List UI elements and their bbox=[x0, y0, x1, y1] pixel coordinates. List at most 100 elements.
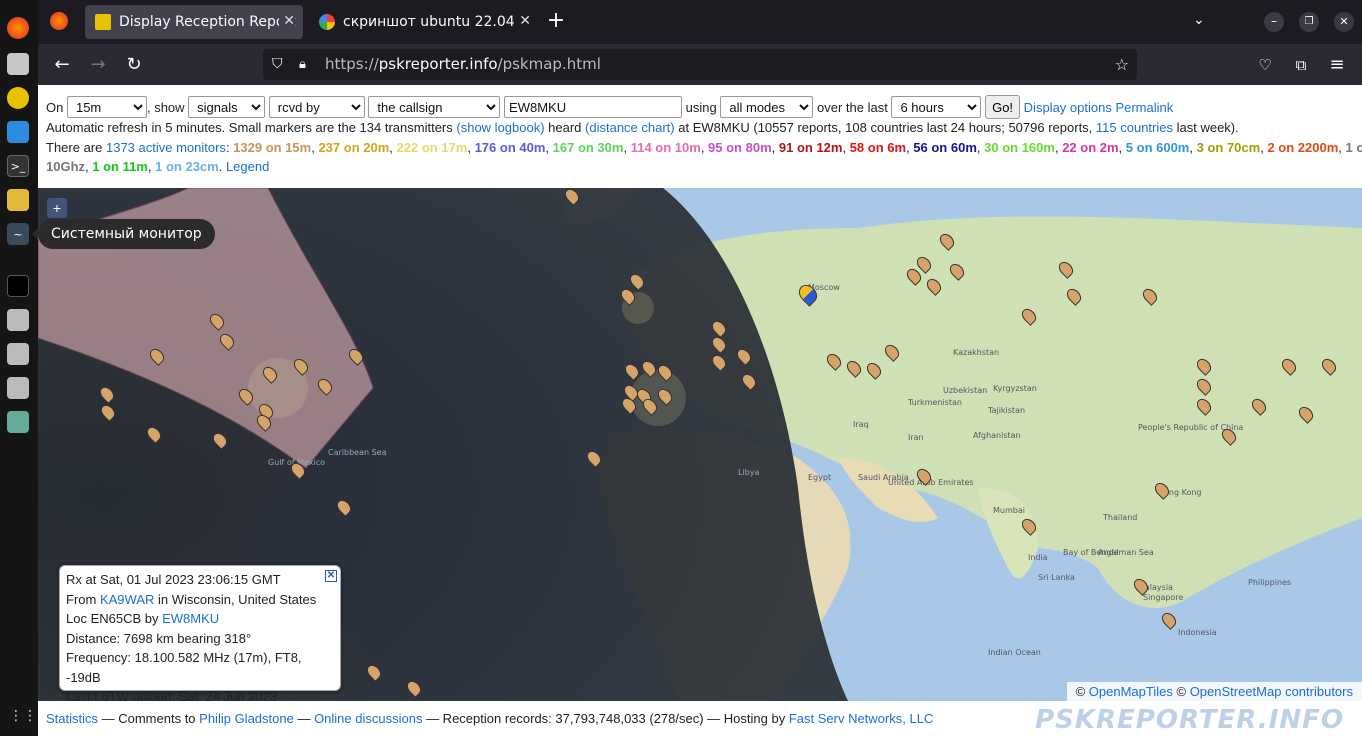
url-prefix: https:// bbox=[325, 55, 379, 73]
drive-icon[interactable] bbox=[7, 377, 29, 399]
popup-rx-time: Rx at Sat, 01 Jul 2023 23:06:15 GMT bbox=[66, 572, 281, 587]
shield-icon[interactable]: ⛉ bbox=[272, 49, 283, 80]
info-text: There are bbox=[46, 140, 106, 155]
mode-select[interactable]: all modes bbox=[720, 96, 814, 118]
author-link[interactable]: Philip Gladstone bbox=[199, 711, 294, 726]
show-select[interactable]: signals bbox=[188, 96, 266, 118]
map-place-label: Egypt bbox=[808, 473, 832, 482]
close-tab-icon[interactable]: ✕ bbox=[515, 13, 531, 29]
system-monitor-icon[interactable]: ~ bbox=[7, 223, 29, 245]
monitors-line-2: 10Ghz, 1 on 11m, 1 on 23cm. Legend bbox=[46, 159, 270, 174]
openmaptiles-link[interactable]: OpenMapTiles bbox=[1089, 684, 1173, 699]
band-monitor-count: 2 on 2200m bbox=[1267, 140, 1339, 155]
popup-distance: Distance: 7698 km bearing 318° bbox=[66, 630, 252, 646]
navigation-bar: ← → ↻ ⛉ 🔒︎ https://pskreporter.info/pskm… bbox=[38, 44, 1362, 85]
archive-icon[interactable] bbox=[7, 189, 29, 211]
page-content: On 15m , show signals rcvd by the callsi… bbox=[38, 85, 1362, 736]
map-place-label: Libya bbox=[738, 468, 760, 477]
bookmark-star-icon[interactable]: ☆ bbox=[1115, 49, 1129, 80]
tab-title: Display Reception Report bbox=[119, 14, 296, 30]
callsign-input[interactable] bbox=[504, 96, 683, 118]
over-label: over the last bbox=[817, 99, 888, 115]
band-monitor-count: 1329 on 15m bbox=[233, 140, 312, 155]
tab-display-reception-report[interactable]: Display Reception Report ✕ bbox=[85, 5, 303, 39]
footer-text: — bbox=[293, 711, 315, 726]
map-place-label: Kyrgyzstan bbox=[993, 384, 1037, 393]
reload-icon[interactable]: ↻ bbox=[123, 54, 145, 76]
target-select[interactable]: the callsign bbox=[368, 96, 501, 118]
map-place-label: Mumbai bbox=[993, 506, 1025, 515]
map-place-label: Thailand bbox=[1103, 513, 1138, 522]
period-select[interactable]: 6 hours bbox=[891, 96, 982, 118]
firefox-view-icon[interactable] bbox=[50, 12, 68, 30]
zoom-in-button[interactable]: + bbox=[47, 198, 67, 218]
list-tabs-icon[interactable]: ⌄ bbox=[1193, 12, 1205, 28]
band-monitor-count: 30 on 160m bbox=[984, 140, 1055, 155]
drive-icon[interactable] bbox=[7, 309, 29, 331]
openstreetmap-link[interactable]: OpenStreetMap contributors bbox=[1190, 684, 1353, 699]
show-label: , show bbox=[146, 99, 185, 115]
tab-screenshot-ubuntu[interactable]: скриншот ubuntu 22.04 - ✕ bbox=[309, 5, 539, 39]
monitors-line: There are 1373 active monitors: 1329 on … bbox=[46, 138, 1362, 157]
google-favicon-icon bbox=[319, 14, 335, 30]
map-place-label: Philippines bbox=[1248, 578, 1292, 587]
permalink-link[interactable]: Permalink bbox=[1115, 100, 1173, 115]
host-link[interactable]: Fast Serv Networks, LLC bbox=[789, 711, 934, 726]
forward-icon[interactable]: → bbox=[87, 54, 109, 76]
band-monitor-count: 237 on 20m bbox=[318, 140, 390, 155]
pocket-icon[interactable]: ♡ bbox=[1254, 54, 1276, 76]
maximize-button[interactable]: ❐ bbox=[1299, 12, 1319, 32]
dock-tooltip: Системный монитор bbox=[32, 219, 215, 249]
pskreporter-favicon-icon bbox=[95, 14, 111, 30]
footer-text: — Reception records: 37,793,748,033 (278… bbox=[422, 711, 789, 726]
show-logbook-link[interactable]: (show logbook) bbox=[456, 120, 544, 135]
discussions-link[interactable]: Online discussions bbox=[314, 711, 422, 726]
direction-select[interactable]: rcvd by bbox=[268, 96, 365, 118]
countries-link[interactable]: 115 countries bbox=[1096, 120, 1173, 135]
info-text: at EW8MKU (10557 reports, 108 countries … bbox=[674, 120, 1096, 135]
menu-icon[interactable]: ≡ bbox=[1326, 54, 1348, 76]
world-map[interactable]: Moscow Kazakhstan Uzbekistan Kyrgyzstan Turk… bbox=[38, 188, 1362, 701]
terminal-icon[interactable]: >_ bbox=[7, 155, 29, 177]
map-place-label: Iran bbox=[908, 433, 924, 442]
popup-lotw: Last LoTW upload: Sat, 24 Jun 2023 bbox=[66, 689, 278, 701]
popup-from: From KA9WAR in Wisconsin, United States bbox=[66, 590, 334, 610]
popup-text: in Wisconsin, United States bbox=[154, 591, 317, 607]
legend-link[interactable]: Legend bbox=[226, 159, 269, 174]
new-tab-button[interactable]: + bbox=[543, 8, 569, 34]
band-select[interactable]: 15m bbox=[66, 96, 147, 118]
display-options-link[interactable]: Display options bbox=[1024, 100, 1112, 115]
distance-chart-link[interactable]: (distance chart) bbox=[585, 120, 675, 135]
minimize-button[interactable]: – bbox=[1264, 12, 1284, 32]
popup-loc: Loc EN65CB by EW8MKU bbox=[66, 609, 334, 629]
from-callsign-link[interactable]: KA9WAR bbox=[100, 592, 154, 607]
popup-close-button[interactable]: ✕ bbox=[325, 570, 337, 582]
trash-icon[interactable] bbox=[7, 411, 29, 433]
band-monitor-count: 1 on 23cm bbox=[155, 159, 219, 174]
go-button[interactable]: Go! bbox=[985, 95, 1021, 119]
url-bar[interactable]: ⛉ 🔒︎ https://pskreporter.info/pskmap.htm… bbox=[263, 49, 1137, 80]
close-tab-icon[interactable]: ✕ bbox=[279, 13, 295, 29]
popup-text: From bbox=[66, 591, 100, 607]
by-callsign-link[interactable]: EW8MKU bbox=[162, 611, 219, 626]
statistics-link[interactable]: Statistics bbox=[46, 711, 98, 726]
rhythmbox-icon[interactable] bbox=[7, 87, 29, 109]
show-apps-icon[interactable]: ⋮⋮ bbox=[9, 708, 37, 726]
back-icon[interactable]: ← bbox=[51, 54, 73, 76]
tab-title: скриншот ubuntu 22.04 - bbox=[343, 14, 525, 30]
close-window-button[interactable]: ✕ bbox=[1334, 12, 1354, 32]
drive-icon[interactable] bbox=[7, 343, 29, 365]
map-place-label: Andaman Sea bbox=[1098, 548, 1154, 557]
app-icon[interactable] bbox=[7, 275, 29, 297]
map-place-label: Uzbekistan bbox=[943, 386, 988, 395]
active-monitors-link[interactable]: 1373 active monitors bbox=[106, 140, 226, 155]
writer-icon[interactable] bbox=[7, 121, 29, 143]
map-place-label: Indian Ocean bbox=[988, 648, 1041, 657]
extensions-icon[interactable]: ⧉ bbox=[1290, 54, 1312, 76]
map-place-label: Kazakhstan bbox=[953, 348, 1000, 357]
copyright: © bbox=[1176, 684, 1190, 699]
firefox-icon[interactable] bbox=[7, 17, 29, 39]
lock-icon[interactable]: 🔒︎ bbox=[299, 49, 306, 80]
files-icon[interactable] bbox=[7, 53, 29, 75]
url-path: /pskmap.html bbox=[497, 55, 601, 73]
